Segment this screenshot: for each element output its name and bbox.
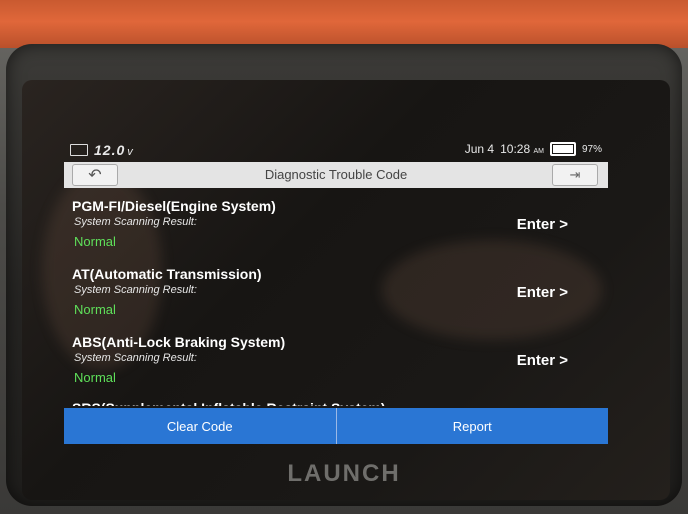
- time: 10:28 AM: [500, 142, 544, 156]
- battery-percent: 97%: [581, 143, 602, 155]
- date: Jun 4: [464, 142, 495, 156]
- device-case: [0, 0, 688, 48]
- device-photo: 12.0 v Jun 4 10:28 AM 97% ↶ Diagnostic Tr…: [0, 0, 688, 514]
- partial-list-item[interactable]: SRS(Supplemental Inflatable Restraint Sy…: [72, 400, 386, 406]
- scanner-ui: 12.0 v Jun 4 10:28 AM 97% ↶ Diagnostic Tr…: [64, 138, 608, 444]
- list-item[interactable]: PGM-FI/Diesel(Engine System) System Scan…: [64, 190, 608, 258]
- enter-button[interactable]: Enter >: [517, 352, 568, 369]
- system-name: AT(Automatic Transmission): [72, 266, 262, 282]
- report-button[interactable]: Report: [335, 408, 608, 444]
- voltage-readout: 12.0 v: [94, 142, 134, 158]
- system-name: PGM-FI/Diesel(Engine System): [72, 198, 276, 214]
- action-bar: Clear Code Report: [64, 408, 608, 444]
- status-bar: 12.0 v Jun 4 10:28 AM 97%: [64, 138, 608, 162]
- title-bar: ↶ Diagnostic Trouble Code ⇥: [64, 162, 608, 188]
- enter-button[interactable]: Enter >: [517, 284, 568, 301]
- battery-icon: [549, 142, 576, 156]
- system-name: ABS(Anti-Lock Braking System): [72, 334, 286, 350]
- status-normal: Normal: [74, 370, 116, 385]
- scan-result-label: System Scanning Result:: [74, 216, 197, 228]
- brand-logo: LAUNCH: [287, 460, 401, 487]
- system-list[interactable]: PGM-FI/Diesel(Engine System) System Scan…: [64, 190, 608, 406]
- exit-icon: ⇥: [569, 167, 581, 182]
- enter-button[interactable]: Enter >: [517, 216, 568, 233]
- clear-code-button[interactable]: Clear Code: [64, 408, 336, 444]
- page-title: Diagnostic Trouble Code: [264, 167, 408, 182]
- status-normal: Normal: [74, 302, 116, 317]
- scan-result-label: System Scanning Result:: [74, 284, 197, 296]
- list-item[interactable]: ABS(Anti-Lock Braking System) System Sca…: [64, 326, 608, 394]
- scan-result-label: System Scanning Result:: [74, 352, 197, 364]
- status-normal: Normal: [74, 234, 116, 249]
- car-battery-icon: [70, 144, 88, 156]
- exit-button[interactable]: ⇥: [552, 164, 598, 186]
- list-item[interactable]: AT(Automatic Transmission) System Scanni…: [64, 258, 608, 326]
